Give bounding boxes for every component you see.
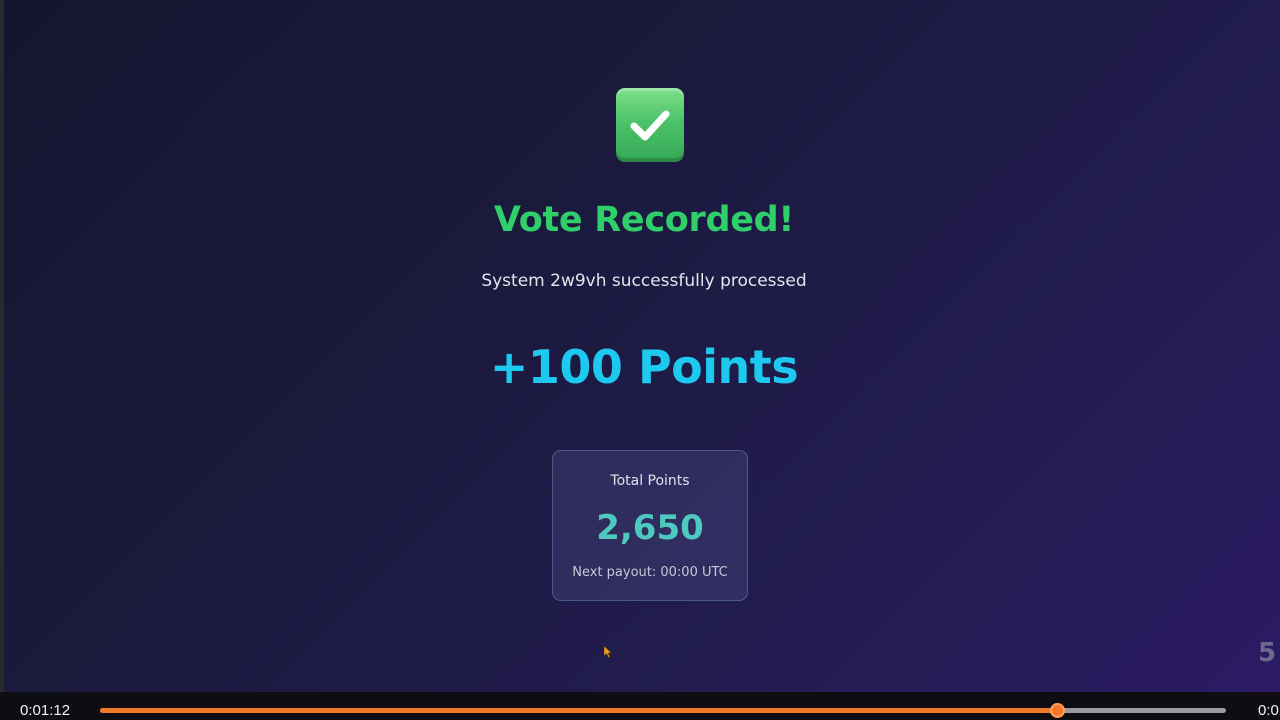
points-awarded: +100 Points (489, 340, 799, 394)
slide-number: 5 (1258, 638, 1277, 668)
video-player-controls: 0:01:12 0:0 (0, 692, 1280, 720)
mouse-cursor-icon (603, 643, 613, 658)
check-mark-button-icon (616, 88, 684, 162)
success-title: Vote Recorded! (493, 200, 795, 240)
total-points-value: 2,650 (596, 508, 704, 548)
current-time: 0:01:12 (20, 702, 71, 719)
video-frame: Vote Recorded! System 2w9vh successfully… (0, 0, 1280, 692)
total-points-card: Total Points 2,650 Next payout: 00:00 UT… (552, 450, 748, 601)
total-points-label: Total Points (610, 473, 690, 489)
total-time: 0:0 (1258, 702, 1279, 719)
seek-bar[interactable] (100, 703, 1226, 718)
seek-bar-progress (100, 708, 1058, 713)
next-payout-text: Next payout: 00:00 UTC (572, 565, 728, 580)
success-subtitle: System 2w9vh successfully processed (481, 271, 807, 291)
seek-handle[interactable] (1050, 703, 1066, 718)
